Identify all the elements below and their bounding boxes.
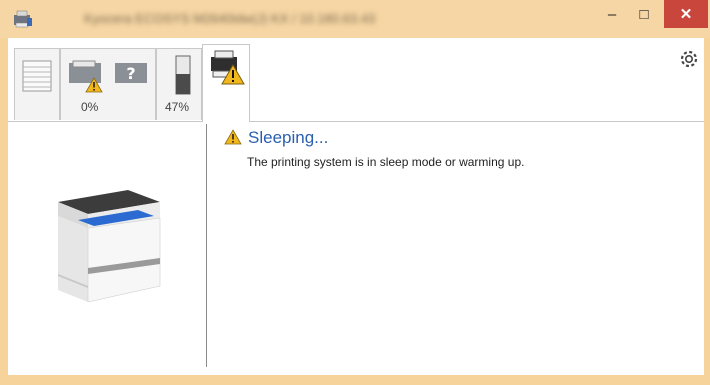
panel-divider bbox=[206, 124, 207, 367]
window-title: Kyocera ECOSYS M2640idw(J) KX / 10.180.6… bbox=[84, 11, 376, 26]
maximize-button[interactable]: □ bbox=[624, 0, 664, 28]
toner-level: 47% bbox=[165, 100, 190, 114]
printer-image bbox=[58, 190, 161, 302]
warning-icon bbox=[224, 129, 242, 145]
status-panel: Sleeping... The printing system is in sl… bbox=[8, 122, 704, 375]
printer-app-icon bbox=[14, 10, 32, 28]
status-title: Sleeping... bbox=[248, 128, 329, 147]
toner-cartridge-icon bbox=[175, 55, 191, 95]
status-monitor-window: Kyocera ECOSYS M2640idw(J) KX / 10.180.6… bbox=[0, 0, 710, 385]
paper-stack-icon bbox=[22, 60, 52, 92]
gear-icon[interactable] bbox=[678, 48, 700, 70]
close-button[interactable]: ✕ bbox=[664, 0, 708, 28]
tab-paper-tray[interactable]: ? 0% bbox=[60, 48, 156, 120]
device-warning-icon bbox=[211, 50, 245, 85]
status-message: The printing system is in sleep mode or … bbox=[247, 155, 525, 169]
tab-paper[interactable] bbox=[14, 48, 60, 120]
tray-unknown-icon: ? bbox=[115, 63, 147, 83]
warning-icon bbox=[85, 77, 103, 93]
title-bar[interactable]: Kyocera ECOSYS M2640idw(J) KX / 10.180.6… bbox=[0, 0, 710, 38]
tray-level: 0% bbox=[81, 100, 99, 114]
svg-text:?: ? bbox=[126, 64, 135, 83]
tab-toner[interactable]: 47% bbox=[156, 48, 202, 120]
tab-device-status[interactable] bbox=[202, 44, 250, 122]
toolbar: ? 0% 47% ▲ bbox=[8, 38, 704, 144]
